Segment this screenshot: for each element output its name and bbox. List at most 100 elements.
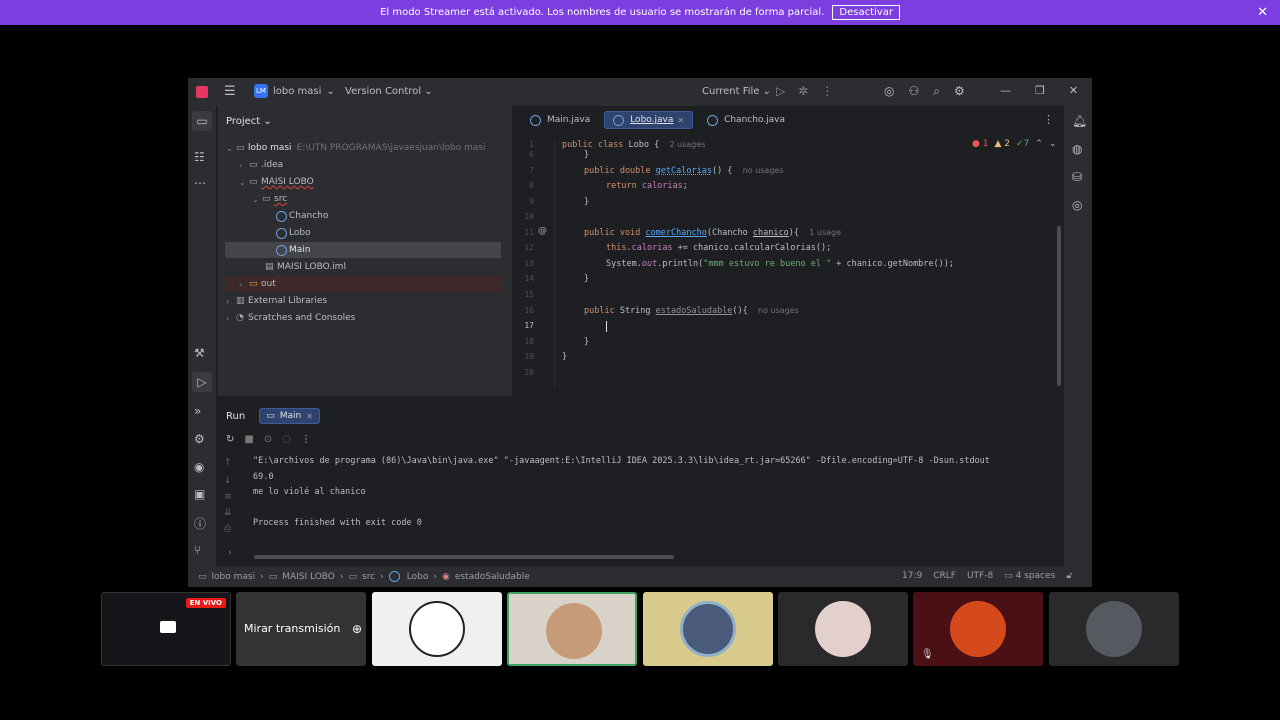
settings-gear-icon[interactable]: ⚙ [954, 84, 965, 99]
terminal-icon[interactable]: ▣ [194, 487, 205, 501]
participant-tile[interactable] [1049, 592, 1179, 666]
class-icon [276, 244, 287, 256]
check-icon: ✓ [1016, 139, 1024, 149]
breadcrumb-item[interactable]: lobo masi [212, 572, 256, 582]
participant-tile-speaking[interactable] [507, 592, 637, 666]
problems-icon[interactable]: ⓘ [194, 515, 206, 532]
close-icon[interactable]: ✕ [1257, 5, 1268, 20]
project-name: lobo masi [273, 85, 322, 97]
tree-item-main[interactable]: Main [225, 242, 501, 258]
tree-item-out[interactable]: › ▭ out [225, 276, 501, 292]
soft-wrap-icon[interactable]: ≡ [224, 492, 232, 502]
version-control-menu[interactable]: Version Control ⌄ [345, 86, 433, 97]
library-icon: ▥ [236, 296, 245, 306]
text-caret [606, 321, 607, 332]
ai-assistant-icon[interactable]: ◎ [884, 84, 894, 99]
stream-preview[interactable]: EN VIVO [101, 592, 231, 666]
breadcrumb-item[interactable]: MAISI LOBO [282, 572, 335, 582]
left-tool-strip: ▭ ☷ ⋯ ⚒ ▷ » ⚙ ◉ ▣ ⓘ ⑂ [188, 106, 216, 572]
build-hammer-icon[interactable]: ⚒ [194, 346, 205, 360]
breadcrumb-item[interactable]: src [362, 572, 375, 582]
participant-tile[interactable] [778, 592, 908, 666]
scroll-up-icon[interactable]: ↑ [224, 458, 232, 468]
restore-icon[interactable]: ❐ [1035, 84, 1045, 97]
structure-icon[interactable]: ☷ [194, 150, 205, 164]
screen-share-icon [160, 621, 176, 633]
tree-item-root[interactable]: ⌄ ▭ lobo masi E:\UTN PROGRAMAS\javaesjuan\… [218, 140, 512, 156]
tree-item-external-libraries[interactable]: › ▥ External Libraries [218, 293, 512, 309]
tree-item-lobo[interactable]: Lobo [218, 225, 512, 241]
tab-chancho-java[interactable]: Chancho.java [699, 111, 793, 129]
ai-chat-icon[interactable]: ◍ [1072, 142, 1082, 156]
project-folder-icon[interactable]: ▭ [192, 111, 212, 131]
intellij-logo-icon [196, 86, 208, 98]
tab-main-java[interactable]: Main.java [522, 111, 598, 129]
minimize-icon[interactable]: — [1000, 84, 1011, 97]
folder-icon: ▭ [236, 143, 245, 153]
add-user-icon[interactable]: ⚇ [908, 84, 919, 99]
deactivate-button[interactable]: Desactivar [832, 5, 900, 20]
watch-icon[interactable]: ⊕ [352, 622, 362, 636]
scroll-down-icon[interactable]: ↓ [224, 476, 232, 486]
stop-icon[interactable]: ■ [244, 434, 253, 445]
debug-icon[interactable]: ✲ [798, 84, 808, 98]
watch-stream-tile[interactable]: Mirar transmisión ⊕ [236, 592, 366, 666]
close-window-icon[interactable]: ✕ [1069, 84, 1078, 97]
main-menu-icon[interactable]: ☰ [224, 84, 236, 99]
run-tool-icon[interactable]: ▷ [192, 372, 212, 392]
settings-icon[interactable]: ◌ [282, 434, 291, 445]
file-encoding[interactable]: UTF-8 [967, 571, 993, 581]
search-icon[interactable]: ⌕ [933, 84, 940, 99]
file-icon: ▤ [265, 262, 274, 272]
indent-setting[interactable]: ▭ 4 spaces [1004, 571, 1055, 581]
close-tab-icon[interactable]: ✕ [677, 116, 684, 125]
read-only-lock-icon[interactable]: 🔓︎ [1066, 571, 1072, 581]
muted-mic-icon: 🎙︎ [921, 649, 934, 660]
more-icon[interactable]: ⋮ [821, 84, 833, 98]
breadcrumb-item[interactable]: Lobo [407, 572, 429, 582]
project-switcher[interactable]: LM lobo masi ⌄ [254, 84, 335, 98]
expand-arrow-icon[interactable]: › [228, 548, 232, 558]
run-icon[interactable]: ▷ [776, 84, 785, 98]
tabs-more-icon[interactable]: ⋮ [1043, 113, 1054, 126]
database-icon[interactable]: ⛁ [1072, 170, 1082, 184]
project-panel-header[interactable]: Project ⌄ [226, 116, 272, 127]
rerun-icon[interactable]: ↻ [226, 434, 234, 445]
debug-tool-icon[interactable]: ◉ [194, 460, 204, 474]
code-editor[interactable]: Main.java Lobo.java ✕ Chancho.java ⋮ ● 1 … [514, 106, 1064, 396]
close-tab-icon[interactable]: ✕ [306, 412, 313, 421]
tab-lobo-java[interactable]: Lobo.java ✕ [604, 111, 694, 129]
inspection-widget[interactable]: ● 1 ▲ 2 ✓7 ⌃ ⌄ [972, 139, 1056, 149]
editor-scrollbar[interactable] [1057, 226, 1061, 386]
tree-item-chancho[interactable]: Chancho [218, 208, 512, 224]
print-icon[interactable]: ⎙ [224, 524, 232, 534]
status-bar: ▭ lobo masi › ▭ MAISI LOBO › ▭ src › Lobo › ◉ es… [188, 566, 1092, 587]
notifications-icon[interactable]: 🔔︎ [1072, 114, 1087, 128]
run-config-selector[interactable]: Current File ⌄ [702, 86, 771, 97]
plugin-icon[interactable]: ◎ [1072, 198, 1082, 212]
tree-item-module[interactable]: ⌄ ▭ MAISI LOBO [218, 174, 512, 190]
caret-position[interactable]: 17:9 [902, 571, 922, 581]
participant-tile[interactable] [372, 592, 502, 666]
tree-item-src[interactable]: ⌄ ▭ src [218, 191, 512, 207]
folder-icon: ▭ [249, 279, 258, 289]
camera-icon[interactable]: ⊙ [264, 434, 272, 445]
services-icon[interactable]: ⚙ [194, 432, 205, 446]
participant-tile[interactable] [643, 592, 773, 666]
ide-window: ☰ LM lobo masi ⌄ Version Control ⌄ Curre… [188, 78, 1092, 587]
tree-item-iml[interactable]: ▤ MAISI LOBO.iml [218, 259, 512, 275]
more-tools-icon[interactable]: ⋯ [194, 176, 206, 190]
tree-item-idea[interactable]: › ▭ .idea [218, 157, 512, 173]
override-gutter-icon[interactable]: @ [538, 226, 547, 236]
line-separator[interactable]: CRLF [933, 571, 956, 581]
git-icon[interactable]: ⑂ [194, 543, 201, 557]
breadcrumb-item[interactable]: estadoSaludable [455, 572, 530, 582]
run-tab-main[interactable]: ▭ Main ✕ [259, 408, 320, 424]
participant-tile[interactable]: 🎙︎ [913, 592, 1043, 666]
console-horizontal-scrollbar[interactable] [254, 555, 674, 559]
more-icon[interactable]: ⋮ [301, 434, 311, 445]
tree-item-scratches[interactable]: › ◔ Scratches and Consoles [218, 310, 512, 326]
expand-icon[interactable]: » [194, 404, 201, 418]
scroll-end-icon[interactable]: ⇊ [224, 508, 232, 518]
run-panel-title: Run [226, 410, 246, 422]
